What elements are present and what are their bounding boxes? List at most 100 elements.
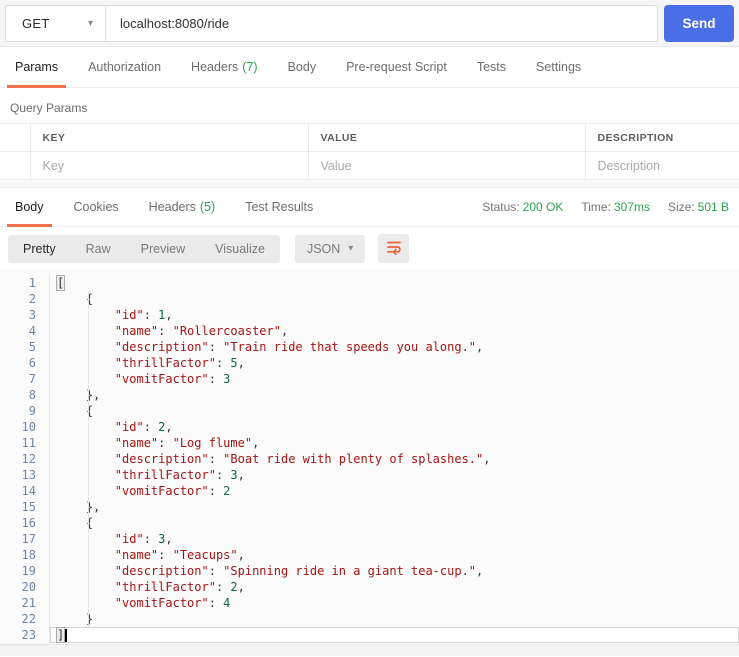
response-header: Body Cookies Headers (5) Test Results Sta… (0, 188, 739, 227)
response-tab-test-results[interactable]: Test Results (237, 188, 321, 226)
tab-authorization[interactable]: Authorization (80, 47, 169, 87)
code-line: 17 "id": 3, (0, 531, 739, 547)
code-line-content: "description": "Boat ride with plenty of… (114, 452, 491, 466)
code-line: 16 { (0, 515, 739, 531)
method-label: GET (22, 15, 50, 31)
wrap-text-button[interactable] (378, 234, 410, 263)
url-group: GET ▾ (5, 4, 658, 42)
params-header-row: KEY VALUE DESCRIPTION (0, 123, 739, 152)
line-number: 16 (0, 515, 50, 531)
indent-guide (88, 291, 89, 627)
query-params-table: KEY VALUE DESCRIPTION (0, 123, 739, 180)
code-line: 11 "name": "Log flume", (0, 435, 739, 451)
line-number: 3 (0, 307, 50, 323)
code-line: 4 "name": "Rollercoaster", (0, 323, 739, 339)
code-line-content: }, (57, 388, 101, 402)
code-line-content: { (57, 516, 94, 530)
code-line-content: "name": "Log flume", (114, 436, 260, 450)
wrap-text-icon (385, 238, 403, 259)
request-tabs: Params Authorization Headers (7) Body Pre… (0, 47, 739, 88)
tab-pre-request-script[interactable]: Pre-request Script (338, 47, 455, 87)
code-line: 18 "name": "Teacups", (0, 547, 739, 563)
code-line: 9 { (0, 403, 739, 419)
send-button[interactable]: Send (664, 4, 734, 42)
code-line: 5 "description": "Train ride that speeds… (0, 339, 739, 355)
code-line: 6 "thrillFactor": 5, (0, 355, 739, 371)
tab-headers[interactable]: Headers (7) (183, 47, 266, 87)
code-line-content: "vomitFactor": 2 (114, 484, 231, 498)
response-body-editor[interactable]: 1[2 {3 "id": 1, 4 "name": "Rollercoaster"… (0, 270, 739, 644)
chevron-down-icon: ▾ (87, 17, 93, 29)
tab-tests[interactable]: Tests (469, 47, 514, 87)
bracket-highlight: [ (57, 276, 65, 290)
code-line-content: "id": 3, (114, 532, 173, 546)
line-number: 23 (0, 627, 50, 643)
code-line: 15 }, (0, 499, 739, 515)
tab-body[interactable]: Body (280, 47, 325, 87)
line-number: 17 (0, 531, 50, 547)
code-line-content: [ (50, 275, 739, 291)
line-number: 5 (0, 339, 50, 355)
value-column-header: VALUE (308, 123, 586, 152)
code-line-content: "thrillFactor": 2, (114, 580, 245, 594)
line-number: 19 (0, 563, 50, 579)
code-line-content: "thrillFactor": 5, (114, 356, 245, 370)
description-input[interactable] (597, 158, 727, 173)
line-number: 18 (0, 547, 50, 563)
response-meta: Status: 200 OK Time: 307ms Size: 501 B (464, 188, 739, 226)
headers-count-badge: (7) (242, 60, 258, 74)
code-line: 10 "id": 2, (0, 419, 739, 435)
code-line-content: } (57, 612, 94, 626)
code-line: 3 "id": 1, (0, 307, 739, 323)
response-tab-headers[interactable]: Headers (5) (141, 188, 224, 226)
code-line-content: { (57, 404, 94, 418)
code-line: 23] (0, 627, 739, 643)
line-number: 9 (0, 403, 50, 419)
time-label: Time: (581, 200, 611, 214)
code-line: 19 "description": "Spinning ride in a gi… (0, 563, 739, 579)
line-number: 6 (0, 355, 50, 371)
params-input-row (0, 151, 739, 180)
row-select-cell (0, 151, 31, 180)
line-number: 13 (0, 467, 50, 483)
response-tab-cookies[interactable]: Cookies (66, 188, 127, 226)
view-tab-raw[interactable]: Raw (71, 235, 126, 263)
text-cursor (65, 629, 68, 642)
size-label: Size: (667, 200, 695, 214)
code-line-content: "name": "Rollercoaster", (114, 324, 289, 338)
value-input[interactable] (320, 158, 573, 173)
line-number: 1 (0, 275, 50, 291)
line-number: 11 (0, 435, 50, 451)
code-line-content: "description": "Spinning ride in a giant… (114, 564, 484, 578)
code-line: 14 "vomitFactor": 2 (0, 483, 739, 499)
code-line: 1[ (0, 275, 739, 291)
editor-bottom-strip (0, 644, 739, 656)
code-line: 12 "description": "Boat ride with plenty… (0, 451, 739, 467)
code-line: 8 }, (0, 387, 739, 403)
url-input[interactable] (106, 5, 657, 41)
key-input[interactable] (42, 158, 296, 173)
format-select[interactable]: JSON ▾ (294, 234, 366, 263)
response-view-controls: Pretty Raw Preview Visualize JSON ▾ (0, 227, 739, 270)
code-line: 22 } (0, 611, 739, 627)
view-tab-visualize[interactable]: Visualize (200, 235, 280, 263)
code-line-content: "description": "Train ride that speeds y… (114, 340, 484, 354)
code-line-content: "vomitFactor": 3 (114, 372, 231, 386)
line-number: 4 (0, 323, 50, 339)
code-line-content: { (57, 292, 94, 306)
time-value: 307ms (613, 200, 650, 214)
tab-settings[interactable]: Settings (528, 47, 589, 87)
key-column-header: KEY (30, 123, 309, 152)
line-number: 2 (0, 291, 50, 307)
method-dropdown[interactable]: GET ▾ (6, 5, 106, 41)
code-line-content: "id": 2, (114, 420, 173, 434)
view-mode-group: Pretty Raw Preview Visualize (8, 234, 280, 263)
view-tab-pretty[interactable]: Pretty (8, 235, 71, 263)
code-line-content: "id": 1, (114, 308, 173, 322)
request-bar: GET ▾ Send (0, 0, 739, 47)
view-tab-preview[interactable]: Preview (126, 235, 200, 263)
response-tab-body[interactable]: Body (7, 188, 52, 227)
line-number: 22 (0, 611, 50, 627)
code-lines: 1[2 {3 "id": 1, 4 "name": "Rollercoaster"… (0, 275, 739, 643)
tab-params[interactable]: Params (7, 47, 67, 88)
